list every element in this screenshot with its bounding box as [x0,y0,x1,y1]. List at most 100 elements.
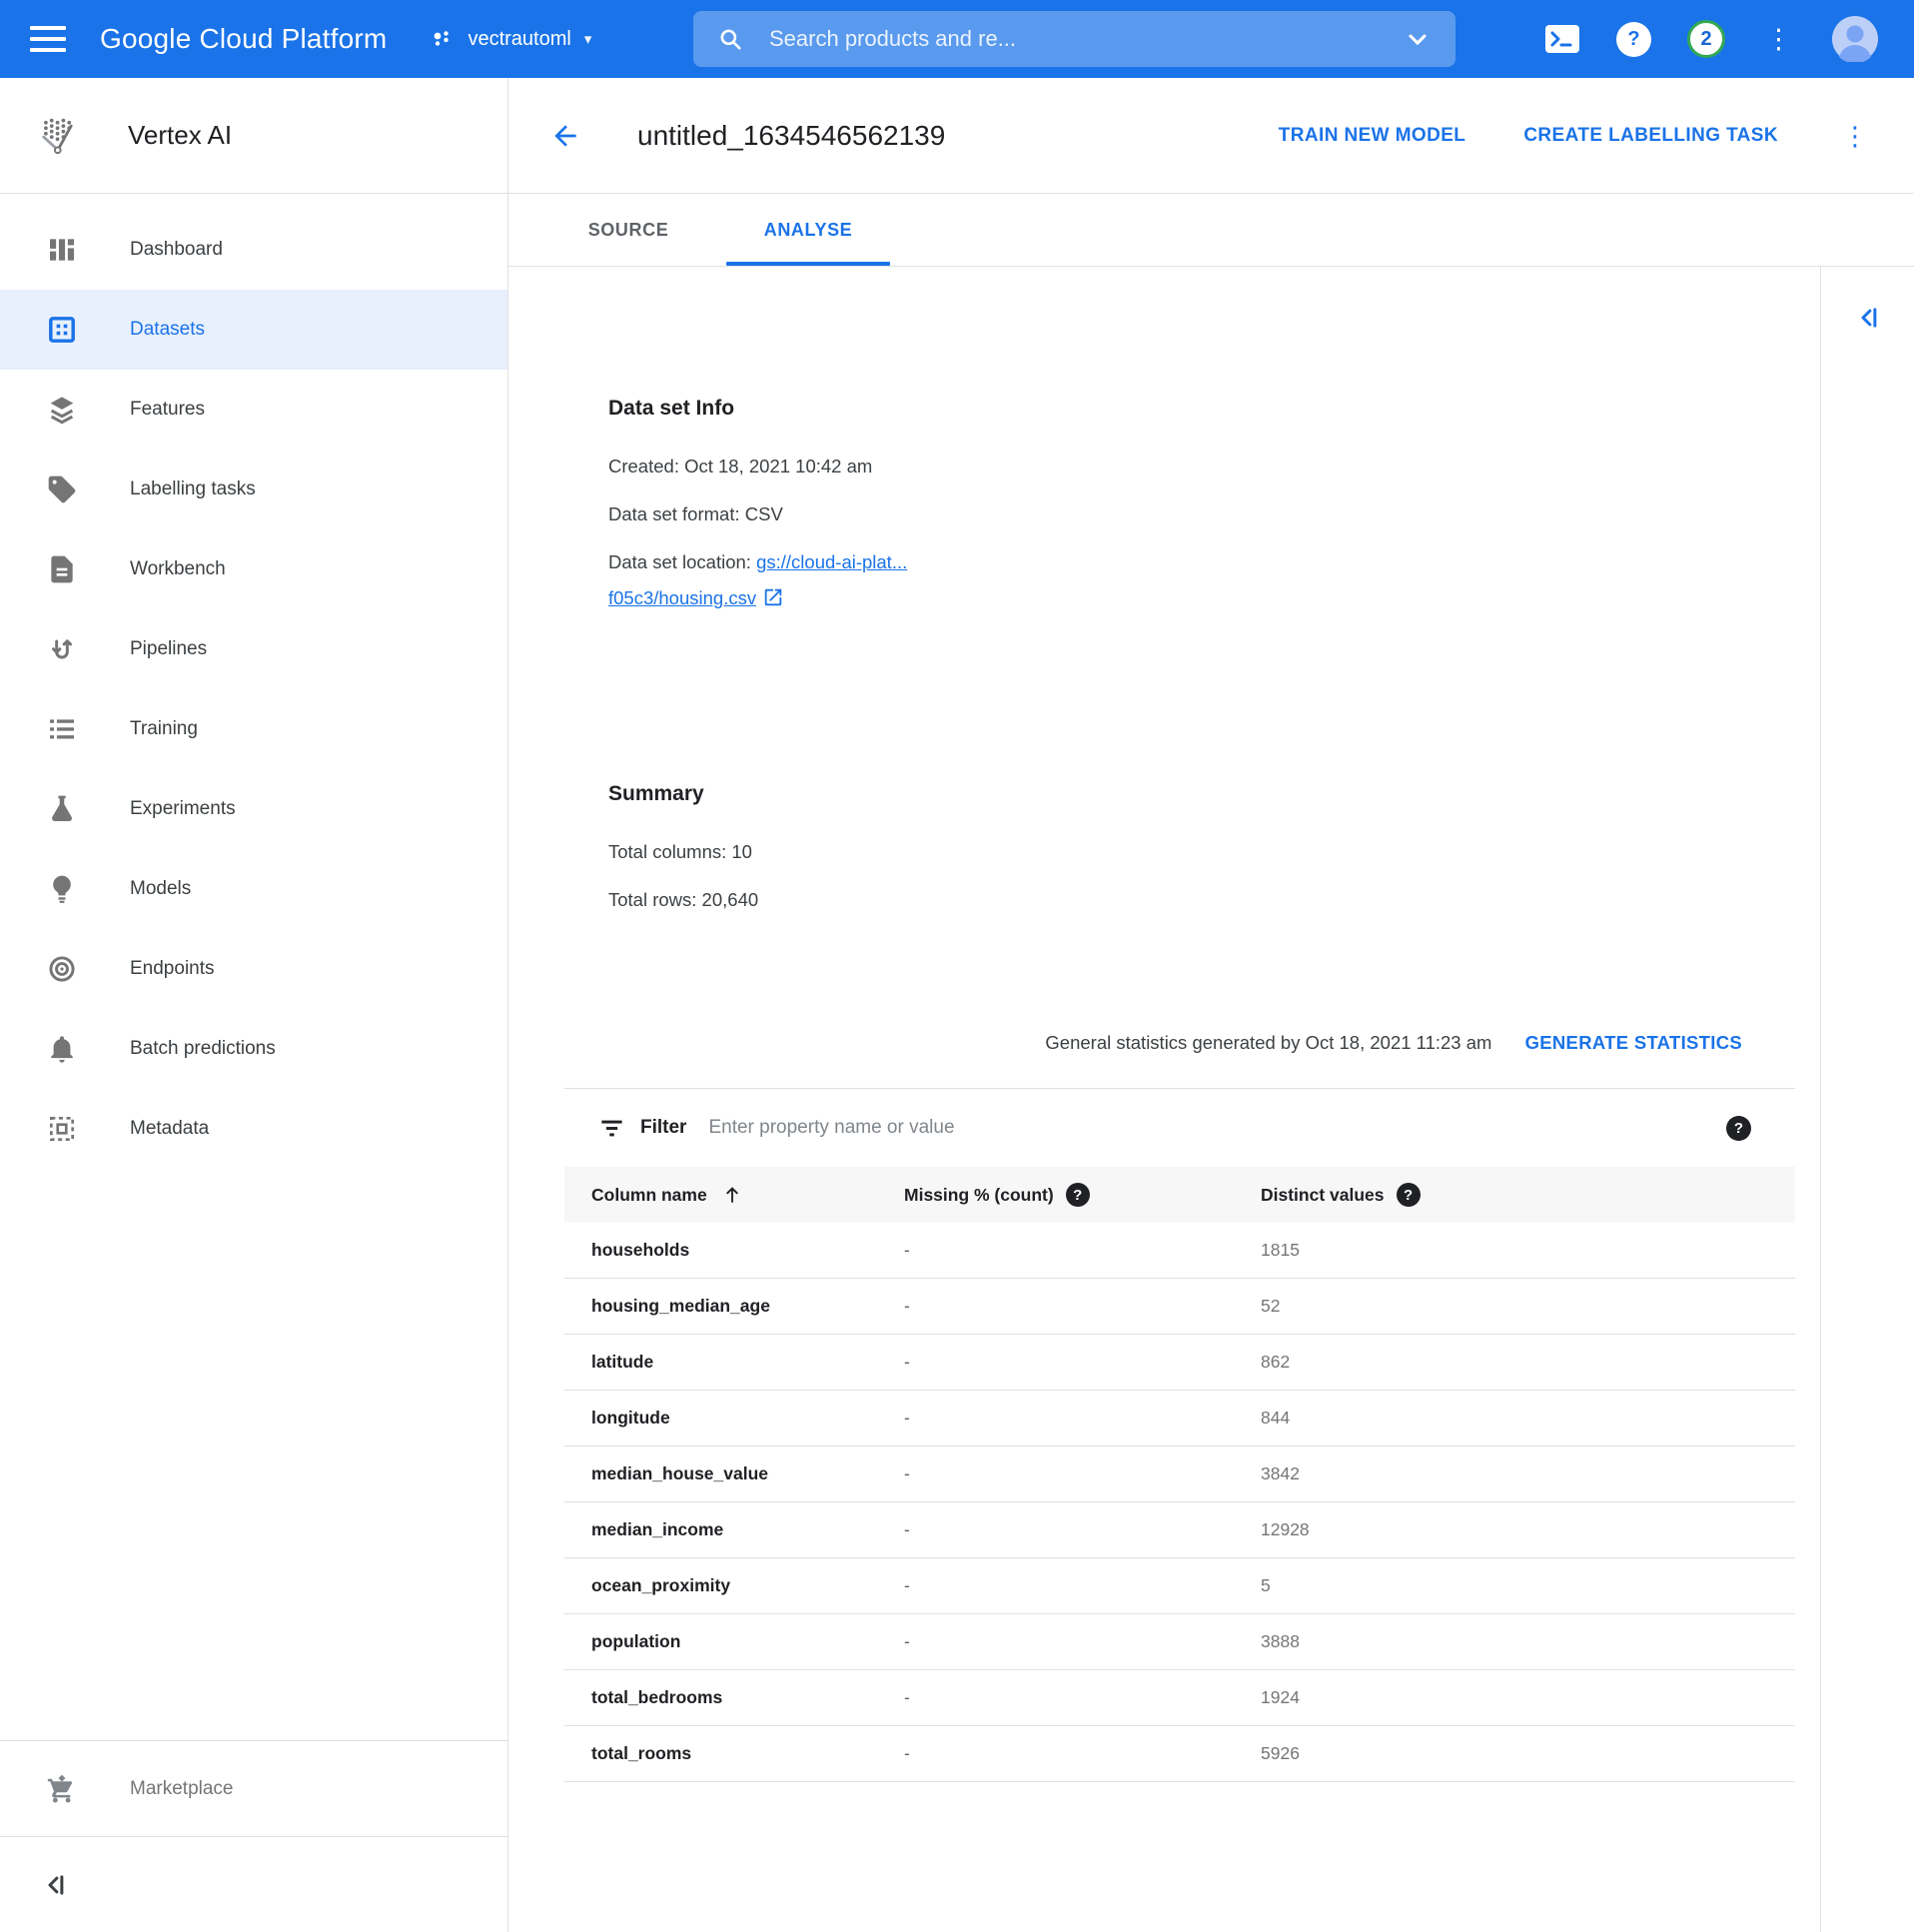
experiments-icon [46,793,78,825]
cell-column-name: total_bedrooms [591,1687,904,1708]
features-icon [46,394,78,426]
sidebar-item-dashboard[interactable]: Dashboard [0,210,507,290]
cell-missing: - [904,1240,1261,1261]
sidebar-item-pipelines[interactable]: Pipelines [0,609,507,689]
table-row: housing_median_age - 52 [564,1279,1795,1335]
analyse-panel: Data set Info Created: Oct 18, 2021 10:4… [508,267,1821,1932]
sidebar-item-label: Batch predictions [130,1038,276,1060]
table-row: median_income - 12928 [564,1502,1795,1558]
cell-distinct-values: 12928 [1261,1519,1795,1540]
missing-help-icon[interactable]: ? [1066,1183,1090,1207]
statistics-generated-text: General statistics generated by Oct 18, … [1045,1032,1491,1053]
dataset-location-link-line2[interactable]: f05c3/housing.csv [608,587,756,608]
filter-input[interactable] [708,1117,1726,1139]
train-new-model-button[interactable]: TRAIN NEW MODEL [1279,125,1466,147]
cloud-shell-icon[interactable] [1544,24,1580,54]
table-body: households - 1815 housing_median_age - 5… [564,1223,1795,1782]
sidebar-item-endpoints[interactable]: Endpoints [0,929,507,1009]
filter-help-icon[interactable]: ? [1726,1116,1751,1141]
sidebar-item-label: Endpoints [130,958,215,980]
sidebar-item-label: Workbench [130,558,226,580]
collapse-sidebar-icon[interactable] [40,1870,70,1900]
statistics-line: General statistics generated by Oct 18, … [508,1032,1820,1054]
sidebar-item-label: Features [130,399,205,421]
filter-label: Filter [640,1117,686,1139]
sidebar-item-label: Metadata [130,1118,209,1140]
sidebar-item-label: Dashboard [130,239,223,261]
project-selector[interactable]: vectrautoml ▾ [431,27,591,51]
dashboard-icon [46,234,78,266]
sort-ascending-icon[interactable] [721,1184,743,1206]
sidebar-item-models[interactable]: Models [0,849,507,929]
menu-icon[interactable] [30,26,66,52]
sidebar-item-marketplace[interactable]: Marketplace [0,1740,507,1836]
cell-missing: - [904,1575,1261,1596]
table-row: longitude - 844 [564,1391,1795,1447]
cell-distinct-values: 862 [1261,1352,1795,1373]
summary-heading: Summary [608,782,1820,806]
column-header-missing[interactable]: Missing % (count) ? [904,1183,1261,1207]
cell-column-name: latitude [591,1352,904,1373]
sidebar-item-label: Datasets [130,319,205,341]
caret-down-icon: ▾ [584,30,592,48]
tab-bar: SOURCE ANALYSE [508,194,1914,267]
vertex-ai-logo-icon [36,114,80,158]
summary-section: Summary Total columns: 10 Total rows: 20… [508,782,1820,918]
cell-missing: - [904,1352,1261,1373]
column-header-name[interactable]: Column name [591,1184,904,1206]
help-icon[interactable]: ? [1616,22,1651,57]
sidebar-item-datasets[interactable]: Datasets [0,290,507,370]
table-header-row: Column name Missing % (count) ? Distinct… [564,1167,1795,1223]
distinct-help-icon[interactable]: ? [1397,1183,1421,1207]
tab-analyse[interactable]: ANALYSE [718,194,898,266]
sidebar-item-workbench[interactable]: Workbench [0,529,507,609]
page-more-options-icon[interactable]: ⋮ [1836,123,1874,149]
sidebar-item-metadata[interactable]: Metadata [0,1089,507,1169]
sidebar-item-batch-predictions[interactable]: Batch predictions [0,1009,507,1089]
avatar[interactable] [1832,16,1878,62]
cell-distinct-values: 844 [1261,1408,1795,1429]
cell-column-name: total_rooms [591,1743,904,1764]
notification-badge[interactable]: 2 [1687,20,1725,58]
more-options-icon[interactable]: ⋮ [1761,26,1796,53]
cell-missing: - [904,1463,1261,1484]
generate-statistics-button[interactable]: GENERATE STATISTICS [1525,1032,1742,1054]
labelling-tasks-icon [46,474,78,505]
sidebar-item-labelling-tasks[interactable]: Labelling tasks [0,450,507,529]
models-icon [46,873,78,905]
search-bar[interactable]: Search products and re... [693,11,1455,67]
sidebar-item-training[interactable]: Training [0,689,507,769]
cell-column-name: population [591,1631,904,1652]
dataset-location-label: Data set location: [608,551,756,572]
cell-column-name: median_house_value [591,1463,904,1484]
cell-column-name: ocean_proximity [591,1575,904,1596]
sidebar-title: Vertex AI [128,120,232,151]
dataset-info-section: Data set Info Created: Oct 18, 2021 10:4… [508,397,1820,616]
page-title: untitled_1634546562139 [637,120,945,152]
column-header-distinct[interactable]: Distinct values ? [1261,1183,1795,1207]
tab-source[interactable]: SOURCE [538,194,718,266]
marketplace-label: Marketplace [130,1778,234,1800]
sidebar-header: Vertex AI [0,78,507,194]
cell-column-name: households [591,1240,904,1261]
sidebar-nav: Dashboard Datasets Features Labelling ta… [0,194,507,1740]
pipelines-icon [46,633,78,665]
chevron-down-icon[interactable] [1404,25,1432,53]
external-link-icon[interactable] [762,586,784,608]
cell-missing: - [904,1296,1261,1317]
sidebar: Vertex AI Dashboard Datasets Features La… [0,78,508,1932]
table-row: population - 3888 [564,1614,1795,1670]
cell-missing: - [904,1408,1261,1429]
sidebar-item-features[interactable]: Features [0,370,507,450]
cell-column-name: housing_median_age [591,1296,904,1317]
project-icon [431,27,455,51]
cell-missing: - [904,1519,1261,1540]
dataset-location-link-line1[interactable]: gs://cloud-ai-plat... [756,551,907,572]
back-arrow-icon[interactable] [549,120,581,152]
create-labelling-task-button[interactable]: CREATE LABELLING TASK [1523,125,1778,147]
table-row: ocean_proximity - 5 [564,1558,1795,1614]
table-row: total_bedrooms - 1924 [564,1670,1795,1726]
sidebar-item-experiments[interactable]: Experiments [0,769,507,849]
collapse-panel-icon[interactable] [1853,303,1883,333]
top-app-bar: Google Cloud Platform vectrautoml ▾ Sear… [0,0,1914,78]
